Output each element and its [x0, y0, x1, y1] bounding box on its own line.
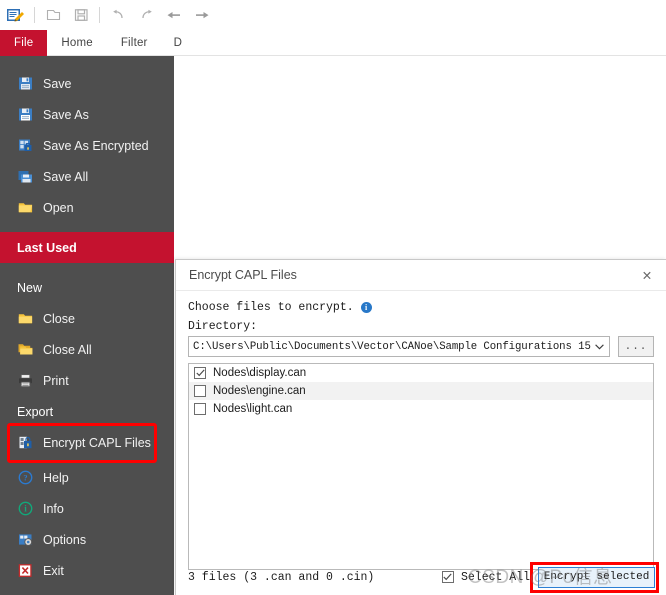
- tab-file[interactable]: File: [0, 30, 48, 56]
- dialog-title: Encrypt CAPL Files: [189, 268, 297, 282]
- file-checkbox[interactable]: [194, 385, 206, 397]
- sidebar-item-last-used[interactable]: Last Used: [0, 232, 174, 263]
- dialog-caption-text: Choose files to encrypt.: [188, 301, 354, 314]
- sidebar-item-options[interactable]: Options: [0, 524, 174, 555]
- sidebar-item-label: Print: [43, 373, 69, 388]
- sidebar-item-save-all[interactable]: Save All: [0, 161, 174, 192]
- sidebar-item-label: Export: [17, 404, 54, 419]
- sidebar-item-label: Save As: [43, 107, 89, 122]
- tab-filter[interactable]: Filter: [107, 30, 162, 56]
- toolbar-separator-2: [99, 7, 100, 23]
- directory-combobox[interactable]: C:\Users\Public\Documents\Vector\CANoe\S…: [188, 336, 610, 357]
- select-all-label: Select All: [460, 570, 530, 584]
- save-as-icon: [17, 106, 34, 123]
- sidebar-item-print[interactable]: Print: [0, 365, 174, 396]
- list-item[interactable]: Nodes\light.can: [189, 400, 653, 418]
- save-all-icon: [17, 168, 34, 185]
- redo-icon[interactable]: [132, 3, 160, 27]
- save-icon: [17, 75, 34, 92]
- chevron-down-icon[interactable]: [591, 343, 607, 350]
- quick-access-toolbar: [0, 0, 666, 30]
- close-icon[interactable]: ✕: [634, 263, 660, 287]
- sidebar-item-label: Save All: [43, 169, 89, 184]
- sidebar-item-open[interactable]: Open: [0, 192, 174, 223]
- help-icon: ?: [17, 469, 34, 486]
- footer-actions: Select All Encrypt selected: [441, 561, 659, 593]
- sidebar-item-label: Last Used: [17, 240, 77, 255]
- file-checkbox[interactable]: [194, 367, 206, 379]
- folder-close-icon: [17, 310, 34, 327]
- dialog-caption: Choose files to encrypt. i: [188, 301, 654, 314]
- tab-detect[interactable]: D: [162, 30, 192, 56]
- sidebar-item-label: Info: [43, 501, 64, 516]
- folder-open-icon: [17, 199, 34, 216]
- app-window: File Home Filter D Save Save As Save As …: [0, 0, 666, 595]
- svg-text:?: ?: [23, 473, 27, 483]
- folder-close-all-icon: [17, 341, 34, 358]
- file-count-status: 3 files (3 .can and 0 .cin): [188, 570, 375, 584]
- sidebar-item-label: Close All: [43, 342, 92, 357]
- save-icon[interactable]: [67, 3, 95, 27]
- save-encrypted-icon: [17, 137, 34, 154]
- file-backstage-menu: Save Save As Save As Encrypted Save All …: [0, 56, 174, 595]
- sidebar-item-label: Options: [43, 532, 87, 547]
- list-item-label: Nodes\light.can: [213, 403, 293, 415]
- sidebar-item-info[interactable]: i Info: [0, 493, 174, 524]
- sidebar-item-export[interactable]: Export: [0, 396, 174, 427]
- sidebar-item-label: Save: [43, 76, 72, 91]
- sidebar-item-save[interactable]: Save: [0, 68, 174, 99]
- directory-value: C:\Users\Public\Documents\Vector\CANoe\S…: [193, 340, 591, 353]
- directory-row: C:\Users\Public\Documents\Vector\CANoe\S…: [188, 336, 654, 357]
- exit-icon: [17, 562, 34, 579]
- list-item[interactable]: Nodes\display.can: [189, 364, 653, 382]
- sidebar-item-encrypt-capl-files[interactable]: Encrypt CAPL Files: [0, 427, 174, 458]
- dialog-footer: 3 files (3 .can and 0 .cin) Select All E…: [176, 559, 666, 595]
- encrypt-capl-files-dialog: Encrypt CAPL Files ✕ Choose files to enc…: [175, 259, 666, 595]
- info-tooltip-icon[interactable]: i: [360, 302, 372, 313]
- tab-home[interactable]: Home: [47, 30, 106, 56]
- browse-button[interactable]: ...: [618, 336, 654, 357]
- sidebar-item-new[interactable]: New: [0, 272, 174, 303]
- encrypt-icon: [17, 434, 34, 451]
- undo-icon[interactable]: [104, 3, 132, 27]
- file-checkbox[interactable]: [194, 403, 206, 415]
- dialog-titlebar: Encrypt CAPL Files ✕: [176, 260, 666, 291]
- file-list[interactable]: Nodes\display.can Nodes\engine.can Nodes…: [188, 363, 654, 570]
- encrypt-selected-button[interactable]: Encrypt selected: [538, 566, 655, 588]
- sidebar-item-save-as-encrypted[interactable]: Save As Encrypted: [0, 130, 174, 161]
- sidebar-item-close[interactable]: Close: [0, 303, 174, 334]
- sidebar-item-label: New: [17, 280, 43, 295]
- sidebar-item-label: Save As Encrypted: [43, 138, 149, 153]
- forward-icon[interactable]: [188, 3, 216, 27]
- sidebar-item-label: Open: [43, 200, 74, 215]
- options-icon: [17, 531, 34, 548]
- sidebar-item-label: Exit: [43, 563, 64, 578]
- sidebar-item-label: Close: [43, 311, 75, 326]
- directory-label: Directory:: [188, 320, 258, 333]
- ribbon-tabstrip: File Home Filter D: [0, 30, 666, 56]
- new-icon[interactable]: [39, 3, 67, 27]
- list-item-label: Nodes\display.can: [213, 367, 307, 379]
- svg-text:i: i: [24, 504, 27, 514]
- select-all-box[interactable]: [441, 571, 454, 583]
- dialog-body: Choose files to encrypt. i Directory: C:…: [176, 291, 666, 570]
- select-all-checkbox[interactable]: Select All: [441, 570, 530, 584]
- sidebar-item-label: Encrypt CAPL Files: [43, 435, 151, 450]
- sidebar-item-label: Help: [43, 470, 69, 485]
- app-icon[interactable]: [0, 0, 30, 30]
- printer-icon: [17, 372, 34, 389]
- back-icon[interactable]: [160, 3, 188, 27]
- list-item-label: Nodes\engine.can: [213, 385, 306, 397]
- sidebar-item-save-as[interactable]: Save As: [0, 99, 174, 130]
- toolbar-separator: [34, 7, 35, 23]
- info-icon: i: [17, 500, 34, 517]
- sidebar-item-help[interactable]: ? Help: [0, 462, 174, 493]
- sidebar-item-close-all[interactable]: Close All: [0, 334, 174, 365]
- sidebar-item-exit[interactable]: Exit: [0, 555, 174, 586]
- list-item[interactable]: Nodes\engine.can: [189, 382, 653, 400]
